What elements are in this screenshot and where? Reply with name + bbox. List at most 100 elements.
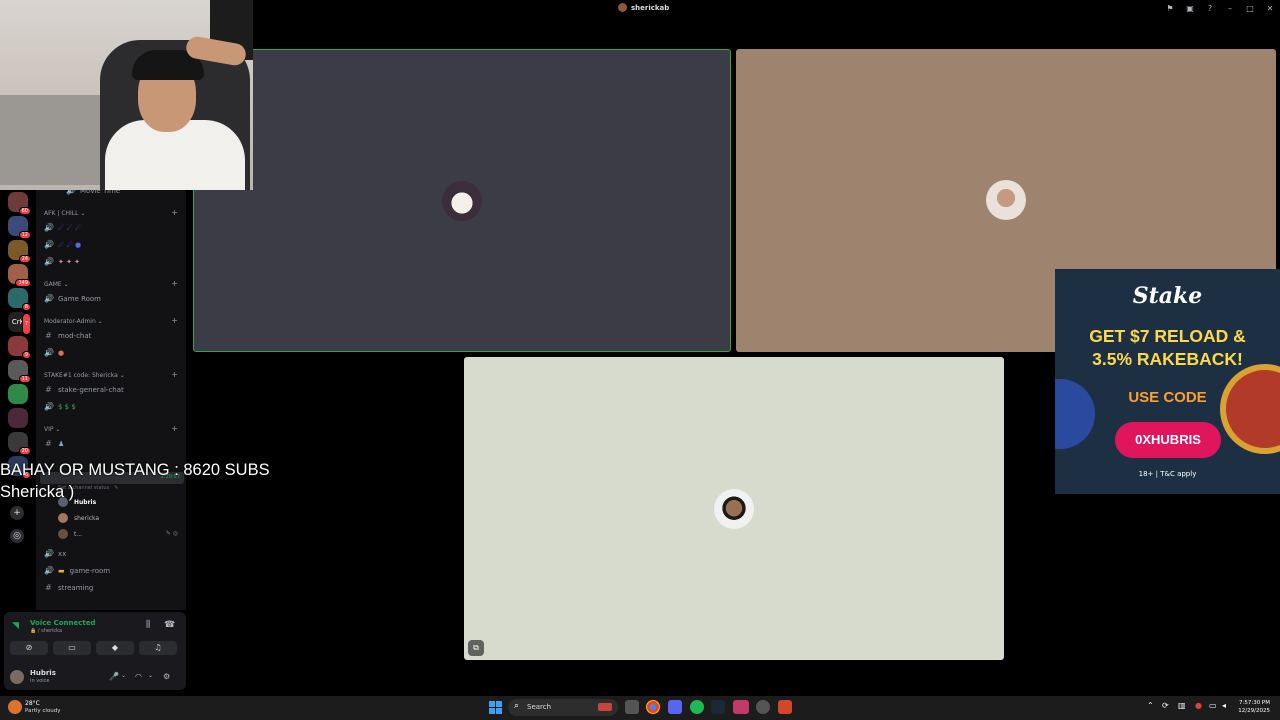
ad-headline-line1: GET $7 RELOAD & — [1089, 326, 1246, 346]
settings-gear-icon[interactable]: ⚙ — [163, 672, 170, 681]
headphones-icon[interactable]: ◠ — [135, 672, 142, 681]
text-channel-stake-general-chat[interactable]: # stake-general-chat — [44, 385, 124, 394]
channel-emoji-label: ☄ ☄ ☄ — [58, 223, 82, 232]
voice-channel[interactable]: 🔊 ☄ ☄ ● — [44, 240, 81, 249]
voice-channel[interactable]: 🔊 $ $ $ — [44, 402, 76, 411]
member-name: t... — [74, 530, 83, 538]
server-icon[interactable] — [8, 384, 28, 404]
signal-icon[interactable]: ◥ — [12, 621, 19, 631]
microphone-tray-icon[interactable]: ● — [1195, 701, 1202, 710]
close-icon[interactable]: ✕ — [1260, 4, 1280, 13]
brave-icon[interactable] — [778, 700, 792, 714]
channel-list: 🔊 Movie Time AFK | CHILL ⌄ + 🔊 ☄ ☄ ☄ 🔊 ☄ ☄ … — [36, 186, 186, 610]
weather-desc[interactable]: Partly cloudy — [25, 708, 61, 714]
server-icon[interactable]: 60 — [8, 192, 31, 215]
inbox-icon[interactable]: ▣ — [1180, 4, 1200, 13]
chevron-up-icon[interactable]: ⌃ — [1147, 701, 1154, 710]
ad-logo: Stake — [1132, 283, 1203, 309]
server-icon[interactable]: 8 — [8, 288, 31, 311]
server-icon[interactable]: 9 — [8, 336, 31, 359]
category-label: GAME — [44, 281, 62, 288]
speaker-icon: 🔊 — [44, 223, 54, 232]
task-view-icon[interactable] — [625, 700, 639, 714]
pop-out-icon[interactable]: ⧉ — [468, 640, 484, 656]
start-button[interactable] — [489, 701, 502, 714]
voice-channel[interactable]: 🔊 ✦ ✦ ✦ — [44, 257, 80, 266]
category-vip[interactable]: VIP ⌄ — [44, 426, 60, 433]
chrome-icon[interactable] — [646, 700, 660, 714]
add-channel-icon[interactable]: + — [171, 279, 178, 288]
volume-icon[interactable]: ◂ — [1222, 701, 1226, 710]
disconnect-icon[interactable]: ☎ — [164, 620, 175, 630]
camera-off-button[interactable]: ⊘ — [10, 641, 48, 655]
speaker-icon: 🔊 — [44, 549, 54, 558]
mention-badge: 7 — [21, 313, 31, 335]
add-channel-icon[interactable]: + — [171, 424, 178, 433]
flag-icon[interactable]: ⚑ — [1160, 4, 1180, 13]
text-channel-mod-chat[interactable]: # mod-chat — [44, 331, 91, 340]
voice-channel[interactable]: 🔊 ☄ ☄ ☄ — [44, 223, 81, 232]
search-input[interactable]: ⌕ Search — [508, 699, 618, 716]
speaker-icon: 🔊 — [44, 257, 54, 266]
activities-button[interactable]: ◆ — [96, 641, 134, 655]
sync-icon[interactable]: ⟳ — [1162, 701, 1169, 710]
ad-terms: 18+ | T&C apply — [1138, 470, 1197, 478]
participant-avatar — [714, 489, 754, 529]
category-moderator-admin[interactable]: Moderator-Admin ⌄ — [44, 318, 103, 325]
discover-icon[interactable]: ◎ — [10, 529, 24, 543]
voice-subtitle[interactable]: 🔒 / shericka — [30, 628, 62, 634]
chevron-down-icon[interactable]: ⌄ — [121, 672, 126, 679]
video-tile[interactable]: ⧉ — [464, 357, 1004, 660]
voice-channel-game-room[interactable]: 🔊 Game Room — [44, 294, 101, 303]
category-stake[interactable]: STAKE#1 code: Shericka ⌄ — [44, 372, 125, 379]
mention-badge: 20 — [18, 447, 31, 455]
voice-channel-game-room-2[interactable]: 🔊 ▬ game-room — [44, 566, 110, 575]
server-icon-crk[interactable]: CrK 7 — [8, 312, 31, 335]
server-icon[interactable]: 20 — [8, 432, 31, 455]
voice-channel[interactable]: 🔊 ● — [44, 348, 64, 357]
search-placeholder: Search — [527, 703, 552, 711]
minimize-icon[interactable]: – — [1220, 4, 1240, 13]
voice-connected-label[interactable]: Voice Connected — [30, 619, 96, 627]
car-emoji: ▬ — [58, 566, 65, 575]
server-icon[interactable] — [8, 408, 28, 428]
add-channel-icon[interactable]: + — [171, 208, 178, 217]
discord-icon[interactable] — [668, 700, 682, 714]
server-icon[interactable]: 149 — [8, 264, 31, 287]
maximize-icon[interactable]: □ — [1240, 4, 1260, 13]
video-tile-speaking[interactable] — [193, 49, 731, 352]
server-icon[interactable]: 12 — [8, 216, 31, 239]
voice-channel-xx[interactable]: 🔊 xx — [44, 549, 66, 558]
voice-member[interactable]: shericka — [58, 513, 99, 523]
member-status-icons: ✎ ◎ — [165, 530, 178, 537]
voice-member[interactable]: t... — [58, 529, 82, 539]
app-icon[interactable] — [756, 700, 770, 714]
noise-suppression-icon[interactable]: ⫼ — [146, 620, 150, 630]
network-icon[interactable]: ▥ — [1178, 701, 1186, 710]
display-icon[interactable]: ▭ — [1209, 701, 1217, 710]
screen-share-button[interactable]: ▭ — [53, 641, 91, 655]
spotify-icon[interactable] — [690, 700, 704, 714]
soundboard-button[interactable]: ♫ — [139, 641, 177, 655]
category-label: STAKE#1 code: Shericka — [44, 372, 118, 379]
microphone-icon[interactable]: 🎤 — [109, 672, 119, 681]
clock[interactable]: 7:57:30 PM 12/29/2025 — [1238, 699, 1270, 715]
add-channel-icon[interactable]: + — [171, 370, 178, 379]
text-channel-vip[interactable]: # ♟ — [44, 439, 64, 448]
chevron-down-icon[interactable]: ⌄ — [148, 672, 153, 679]
server-icon[interactable]: 11 — [8, 360, 31, 383]
add-server-icon[interactable]: + — [10, 506, 24, 520]
user-name[interactable]: Hubris — [30, 669, 56, 677]
category-game[interactable]: GAME ⌄ — [44, 281, 69, 288]
obs-icon[interactable] — [733, 700, 749, 714]
weather-temp[interactable]: 28°C — [25, 700, 40, 707]
weather-icon[interactable] — [8, 700, 22, 714]
webcam-shelf — [0, 95, 115, 185]
text-channel-streaming[interactable]: # streaming — [44, 583, 93, 592]
help-icon[interactable]: ? — [1200, 4, 1220, 13]
add-channel-icon[interactable]: + — [171, 316, 178, 325]
steam-icon[interactable] — [711, 700, 725, 714]
server-icon[interactable]: 24 — [8, 240, 31, 263]
avatar[interactable] — [10, 670, 24, 684]
category-afk-chill[interactable]: AFK | CHILL ⌄ — [44, 210, 85, 217]
